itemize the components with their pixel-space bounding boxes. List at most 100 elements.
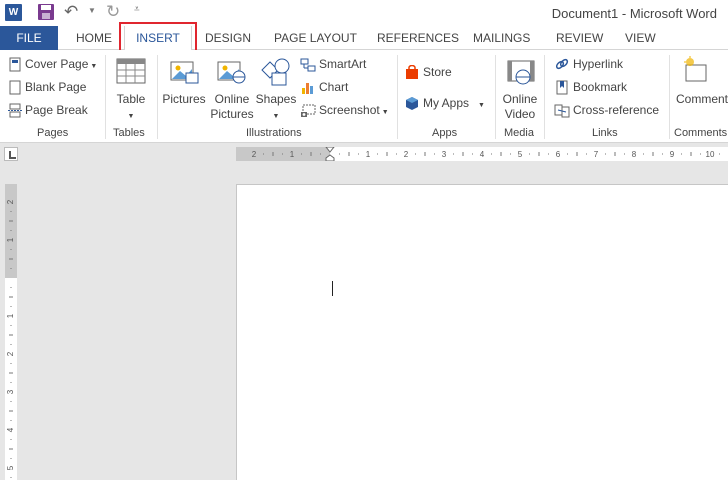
ruler-number: 2 [6, 199, 15, 204]
group-label-illustrations: Illustrations [246, 127, 302, 139]
tab-review[interactable]: REVIEW [556, 26, 603, 50]
hyperlink-button[interactable]: Hyperlink [554, 57, 623, 72]
group-label-comments: Comments [674, 127, 728, 139]
group-separator [105, 55, 106, 139]
ruler-number: 1 [6, 237, 15, 242]
hanging-indent-marker[interactable] [325, 154, 335, 161]
ruler-number: 5 [6, 465, 15, 470]
ruler-number: 2 [404, 150, 409, 159]
ruler-number: 4 [480, 150, 485, 159]
tab-home[interactable]: HOME [76, 26, 112, 50]
online-video-label-1: Online [502, 92, 538, 106]
ruler-number: 9 [670, 150, 675, 159]
blank-page-icon [9, 80, 21, 95]
table-button[interactable]: Table ▼ [114, 92, 148, 124]
pictures-icon [170, 61, 199, 84]
blank-page-button[interactable]: Blank Page [8, 80, 86, 95]
tab-insert[interactable]: INSERT [124, 26, 192, 51]
group-label-apps: Apps [432, 127, 458, 139]
save-icon[interactable] [38, 4, 54, 20]
title-bar: W ↶ ▼ ↻ ⩡ Document1 - Microsoft Word [0, 0, 728, 26]
cross-reference-label: Cross-reference [573, 103, 660, 117]
table-icon [116, 58, 146, 84]
comment-icon [684, 56, 707, 82]
document-page[interactable] [236, 184, 728, 480]
ruler-number: 3 [442, 150, 447, 159]
online-pictures-icon [217, 61, 246, 84]
cross-reference-icon [554, 104, 570, 118]
chart-button[interactable]: Chart [300, 80, 348, 95]
cover-page-label: Cover Page [25, 57, 89, 71]
vertical-ruler-ticks: 2 1 1 2 3 4 5 [6, 199, 15, 478]
smartart-icon [300, 58, 316, 72]
tab-selector-icon[interactable] [4, 147, 18, 161]
ruler-number: 5 [518, 150, 523, 159]
chevron-down-icon: ▼ [127, 113, 135, 120]
chart-icon [302, 83, 313, 95]
tab-page-layout[interactable]: PAGE LAYOUT [274, 26, 357, 50]
store-label: Store [423, 65, 452, 79]
bookmark-label: Bookmark [573, 80, 628, 94]
cover-page-button[interactable]: Cover Page ▼ [8, 57, 97, 72]
cover-page-icon [9, 57, 21, 72]
my-apps-icon [406, 97, 418, 111]
my-apps-button[interactable]: My Apps ▼ [404, 96, 485, 111]
table-label: Table [116, 92, 146, 106]
online-video-button[interactable]: Online Video [499, 92, 541, 122]
page-break-label: Page Break [25, 103, 88, 117]
ruler-number: 6 [556, 150, 561, 159]
chevron-down-icon: ▼ [478, 102, 485, 109]
ruler-number: 1 [366, 150, 371, 159]
ruler-number: 4 [6, 427, 15, 432]
horizontal-ruler-ticks: 2 1 1 2 3 4 5 6 7 8 9 10 [252, 147, 720, 161]
pictures-button[interactable]: Pictures [161, 92, 207, 107]
text-cursor [332, 281, 333, 296]
online-pictures-label-2: Pictures [210, 107, 254, 121]
bookmark-button[interactable]: Bookmark [554, 80, 627, 95]
cross-reference-button[interactable]: Cross-reference [554, 103, 659, 118]
tab-mailings[interactable]: MAILINGS [473, 26, 530, 50]
group-label-links: Links [592, 127, 618, 139]
page-break-button[interactable]: Page Break [8, 103, 88, 118]
ribbon-insert: Cover Page ▼ Blank Page Page Break Pages … [0, 50, 728, 143]
chevron-down-icon: ▼ [381, 109, 389, 116]
screenshot-icon [301, 104, 316, 118]
comment-button[interactable]: Comment [672, 92, 728, 107]
ruler-number: 8 [632, 150, 637, 159]
group-label-media: Media [504, 127, 534, 139]
redo-icon[interactable]: ↻ [106, 2, 120, 22]
tab-file[interactable]: FILE [0, 26, 58, 50]
ruler-number: 10 [706, 150, 715, 159]
word-app-icon[interactable]: W [5, 4, 22, 21]
group-separator [669, 55, 670, 139]
online-pictures-label-1: Online [214, 92, 250, 106]
bookmark-icon [556, 80, 568, 95]
chevron-down-icon: ▼ [90, 63, 98, 70]
ruler-number: 7 [594, 150, 599, 159]
smartart-button[interactable]: SmartArt [300, 57, 366, 72]
first-line-indent-marker[interactable] [325, 147, 335, 153]
chevron-down-icon: ▼ [272, 113, 280, 120]
screenshot-button[interactable]: Screenshot ▼ [300, 103, 389, 118]
chart-label: Chart [319, 80, 349, 94]
hyperlink-icon [555, 59, 569, 70]
online-video-label-2: Video [504, 107, 536, 121]
ruler-number: 1 [290, 150, 295, 159]
group-separator [495, 55, 496, 139]
horizontal-ruler[interactable]: 2 1 1 2 3 4 5 6 7 8 9 10 [236, 147, 728, 161]
tab-references[interactable]: REFERENCES [377, 26, 459, 50]
group-separator [157, 55, 158, 139]
ruler-number: 2 [6, 351, 15, 356]
tab-view[interactable]: VIEW [625, 26, 656, 50]
shapes-button[interactable]: Shapes ▼ [255, 92, 297, 124]
tab-design[interactable]: DESIGN [205, 26, 251, 50]
my-apps-label: My Apps [423, 96, 470, 110]
vertical-ruler[interactable]: 2 1 1 2 3 4 5 [5, 184, 17, 480]
shapes-icon [261, 58, 290, 86]
screenshot-label: Screenshot [319, 103, 380, 117]
store-button[interactable]: Store [404, 65, 452, 80]
customize-qat-icon[interactable]: ⩡ [134, 4, 140, 15]
online-pictures-button[interactable]: Online Pictures [208, 92, 256, 122]
undo-dropdown-icon[interactable]: ▼ [88, 6, 96, 15]
undo-icon[interactable]: ↶ [64, 2, 78, 22]
